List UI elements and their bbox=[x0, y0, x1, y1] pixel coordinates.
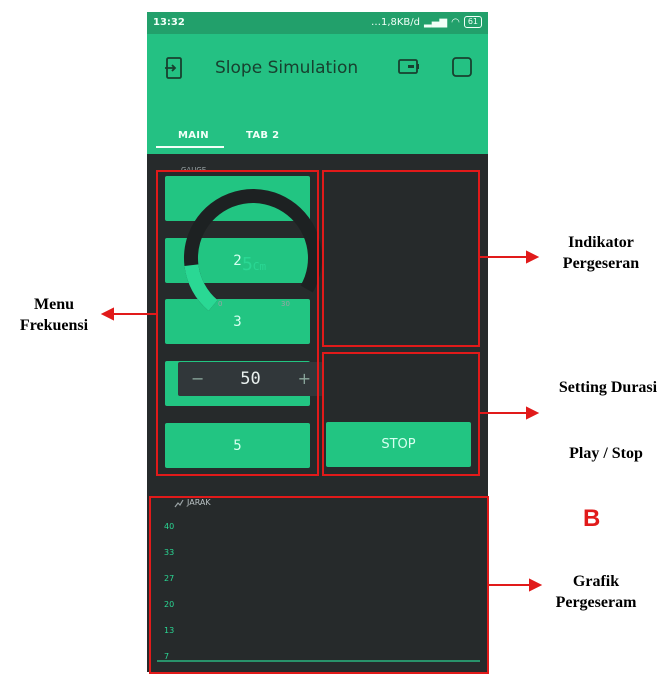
annotation-grafik: Grafik Pergeseram bbox=[555, 573, 637, 611]
annotation-setting-durasi: Setting Durasi bbox=[558, 379, 658, 396]
annotation-indikator: Indikator Pergeseran bbox=[562, 234, 640, 272]
annotation-menu-frekuensi: Menu Frekuensi bbox=[19, 296, 89, 334]
annotation-play-stop: Play / Stop bbox=[569, 445, 643, 462]
figure-letter: B bbox=[583, 505, 601, 532]
